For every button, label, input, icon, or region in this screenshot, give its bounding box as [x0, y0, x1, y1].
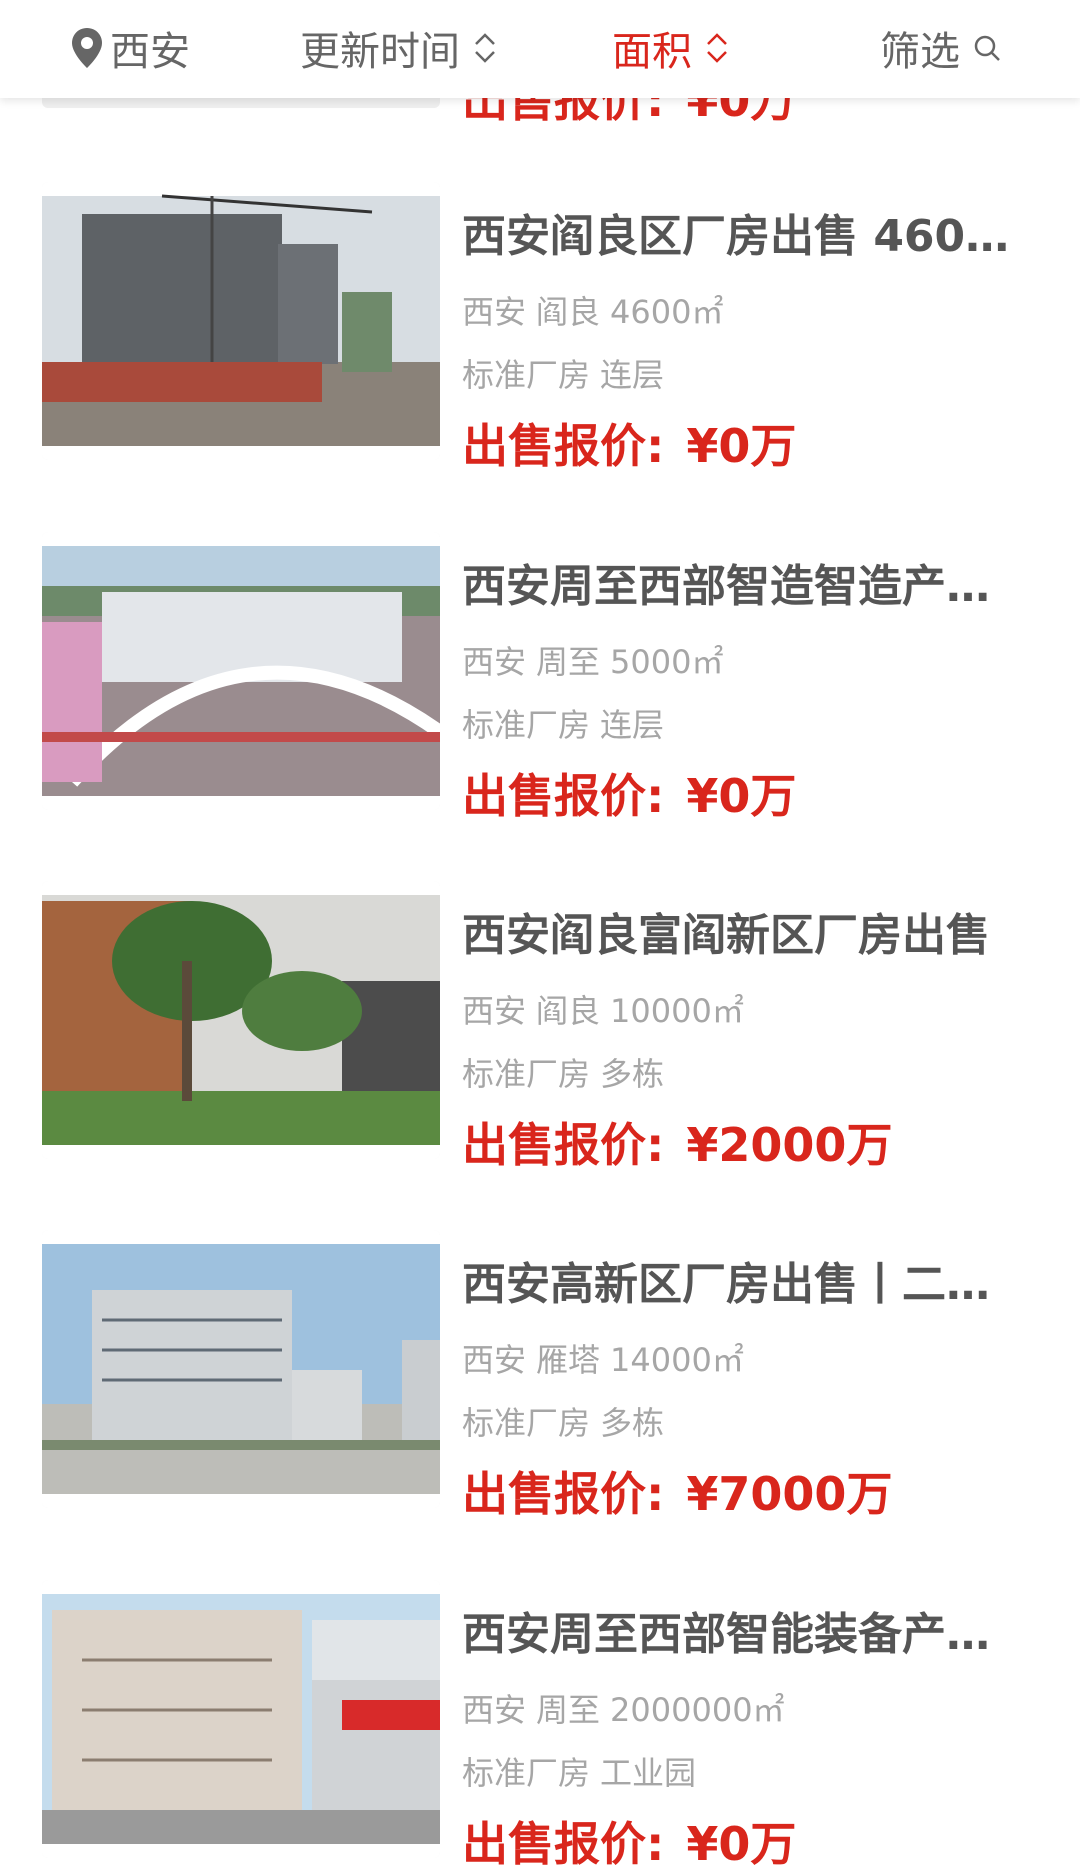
listing-district: 雁塔 [536, 1341, 601, 1379]
listing-card[interactable]: 西安阎良区厂房出售 4600平 西安 阎良 4600㎡ 标准厂房 连层 出售报价: ¥0… [0, 182, 1080, 473]
price-value: ¥0万 [686, 769, 797, 823]
search-icon [974, 35, 1000, 61]
listing-meta: 西安 雁塔 14000㎡ [462, 1335, 754, 1381]
listing-area: 14000㎡ [610, 1341, 744, 1379]
listing-district: 阎良 [536, 293, 601, 331]
listing-title[interactable]: 西安阎良富阎新区厂房出售 [462, 899, 1022, 963]
listing-tags: 标准厂房 连层 [462, 350, 674, 396]
location-selector[interactable]: 西安 [70, 18, 190, 78]
listing-area: 10000㎡ [610, 992, 744, 1030]
listing-tags: 标准厂房 工业园 [462, 1748, 706, 1794]
price-label: 出售报价: [462, 769, 665, 823]
listing-structure: 多栋 [600, 1055, 665, 1093]
listing-image[interactable] [42, 182, 440, 460]
listing-image[interactable] [42, 532, 440, 810]
listing-city: 西安 [462, 293, 527, 331]
listing-district: 周至 [536, 643, 601, 681]
listing-card[interactable]: 西安高新区厂房出售丨二手厂房 西安 雁塔 14000㎡ 标准厂房 多栋 出售报价: ¥7… [0, 1230, 1080, 1521]
listing-type: 标准厂房 [462, 706, 591, 744]
listing-meta: 西安 周至 2000000㎡ [462, 1685, 795, 1731]
location-label: 西安 [110, 29, 190, 75]
listing-card[interactable]: 西安阎良富阎新区厂房出售 西安 阎良 10000㎡ 标准厂房 多栋 出售报价: ¥200… [0, 881, 1080, 1172]
price-label: 出售报价: [462, 1467, 665, 1521]
sort-area-label: 面积 [612, 29, 692, 75]
listing-city: 西安 [462, 1341, 527, 1379]
listing-area: 2000000㎡ [610, 1691, 785, 1729]
listing-type: 标准厂房 [462, 1754, 591, 1792]
listing-image[interactable] [42, 1230, 440, 1508]
listing-type: 标准厂房 [462, 356, 591, 394]
sort-area[interactable]: 面积 [612, 18, 730, 78]
listing-page: 西安 更新时间 面积 筛选 出售报价: ¥0万 西安阎良区厂房出售 4600平 … [0, 0, 1080, 1873]
price-value: ¥2000万 [686, 1118, 893, 1172]
listing-title[interactable]: 西安周至西部智造智造产业园厂房出售 [462, 550, 1022, 614]
filter-label: 筛选 [880, 29, 960, 75]
listing-price: 出售报价: ¥0万 [462, 1808, 796, 1873]
listing-price: 出售报价: ¥0万 [462, 410, 796, 476]
filter-button[interactable]: 筛选 [880, 18, 1002, 78]
listing-card[interactable]: 西安周至西部智造智造产业园厂房出售 西安周至5000㎡ 标准厂房连层 出售报价:… [0, 532, 1080, 823]
listing-price: 出售报价: ¥2000万 [462, 1109, 892, 1175]
price-label: 出售报价: [462, 1817, 665, 1871]
listing-structure: 连层 [600, 356, 665, 394]
listing-tags: 标准厂房 连层 [462, 700, 674, 746]
sort-update-label: 更新时间 [300, 29, 460, 75]
location-pin-icon [72, 28, 102, 68]
listing-structure: 多栋 [600, 1404, 665, 1442]
listing-structure: 连层 [600, 706, 665, 744]
listing-price: 出售报价: ¥7000万 [462, 1458, 892, 1524]
listing-card[interactable]: 西安周至西部智能装备产业园 西安 周至 2000000㎡ 标准厂房 工业园 出售报价:… [0, 1580, 1080, 1873]
listing-type: 标准厂房 [462, 1055, 591, 1093]
price-label: 出售报价: [462, 1118, 665, 1172]
listing-tags: 标准厂房 多栋 [462, 1398, 674, 1444]
listing-meta: 西安 阎良 10000㎡ [462, 986, 754, 1032]
price-value: ¥0万 [686, 419, 797, 473]
listing-title[interactable]: 西安高新区厂房出售丨二手厂房 [462, 1248, 1022, 1312]
listing-area: 4600㎡ [610, 293, 724, 331]
listing-city: 西安 [462, 992, 527, 1030]
listing-structure: 工业园 [600, 1754, 697, 1792]
listing-title[interactable]: 西安周至西部智能装备产业园 [462, 1598, 1022, 1662]
listing-image[interactable] [42, 881, 440, 1159]
listing-meta: 西安 阎良 4600㎡ [462, 287, 733, 333]
listing-area: 5000㎡ [610, 643, 724, 681]
listing-price: 出售报价: ¥0万 [462, 760, 796, 826]
listing-city: 西安 [462, 1691, 527, 1729]
sort-arrows-icon [707, 33, 727, 63]
listing-district: 周至 [536, 1691, 601, 1729]
sort-arrows-icon [475, 33, 495, 63]
listing-image[interactable] [42, 1580, 440, 1858]
price-label: 出售报价: [462, 419, 665, 473]
listing-district: 阎良 [536, 992, 601, 1030]
listing-tags: 标准厂房 多栋 [462, 1049, 674, 1095]
filter-bar: 西安 更新时间 面积 筛选 [0, 0, 1080, 98]
price-value: ¥0万 [686, 1817, 797, 1871]
listing-type: 标准厂房 [462, 1404, 591, 1442]
listing-title[interactable]: 西安阎良区厂房出售 4600平 [462, 200, 1022, 264]
sort-update-time[interactable]: 更新时间 [300, 18, 498, 78]
listing-city: 西安 [462, 643, 527, 681]
price-value: ¥7000万 [686, 1467, 893, 1521]
listing-meta: 西安 周至 5000㎡ [462, 637, 733, 683]
